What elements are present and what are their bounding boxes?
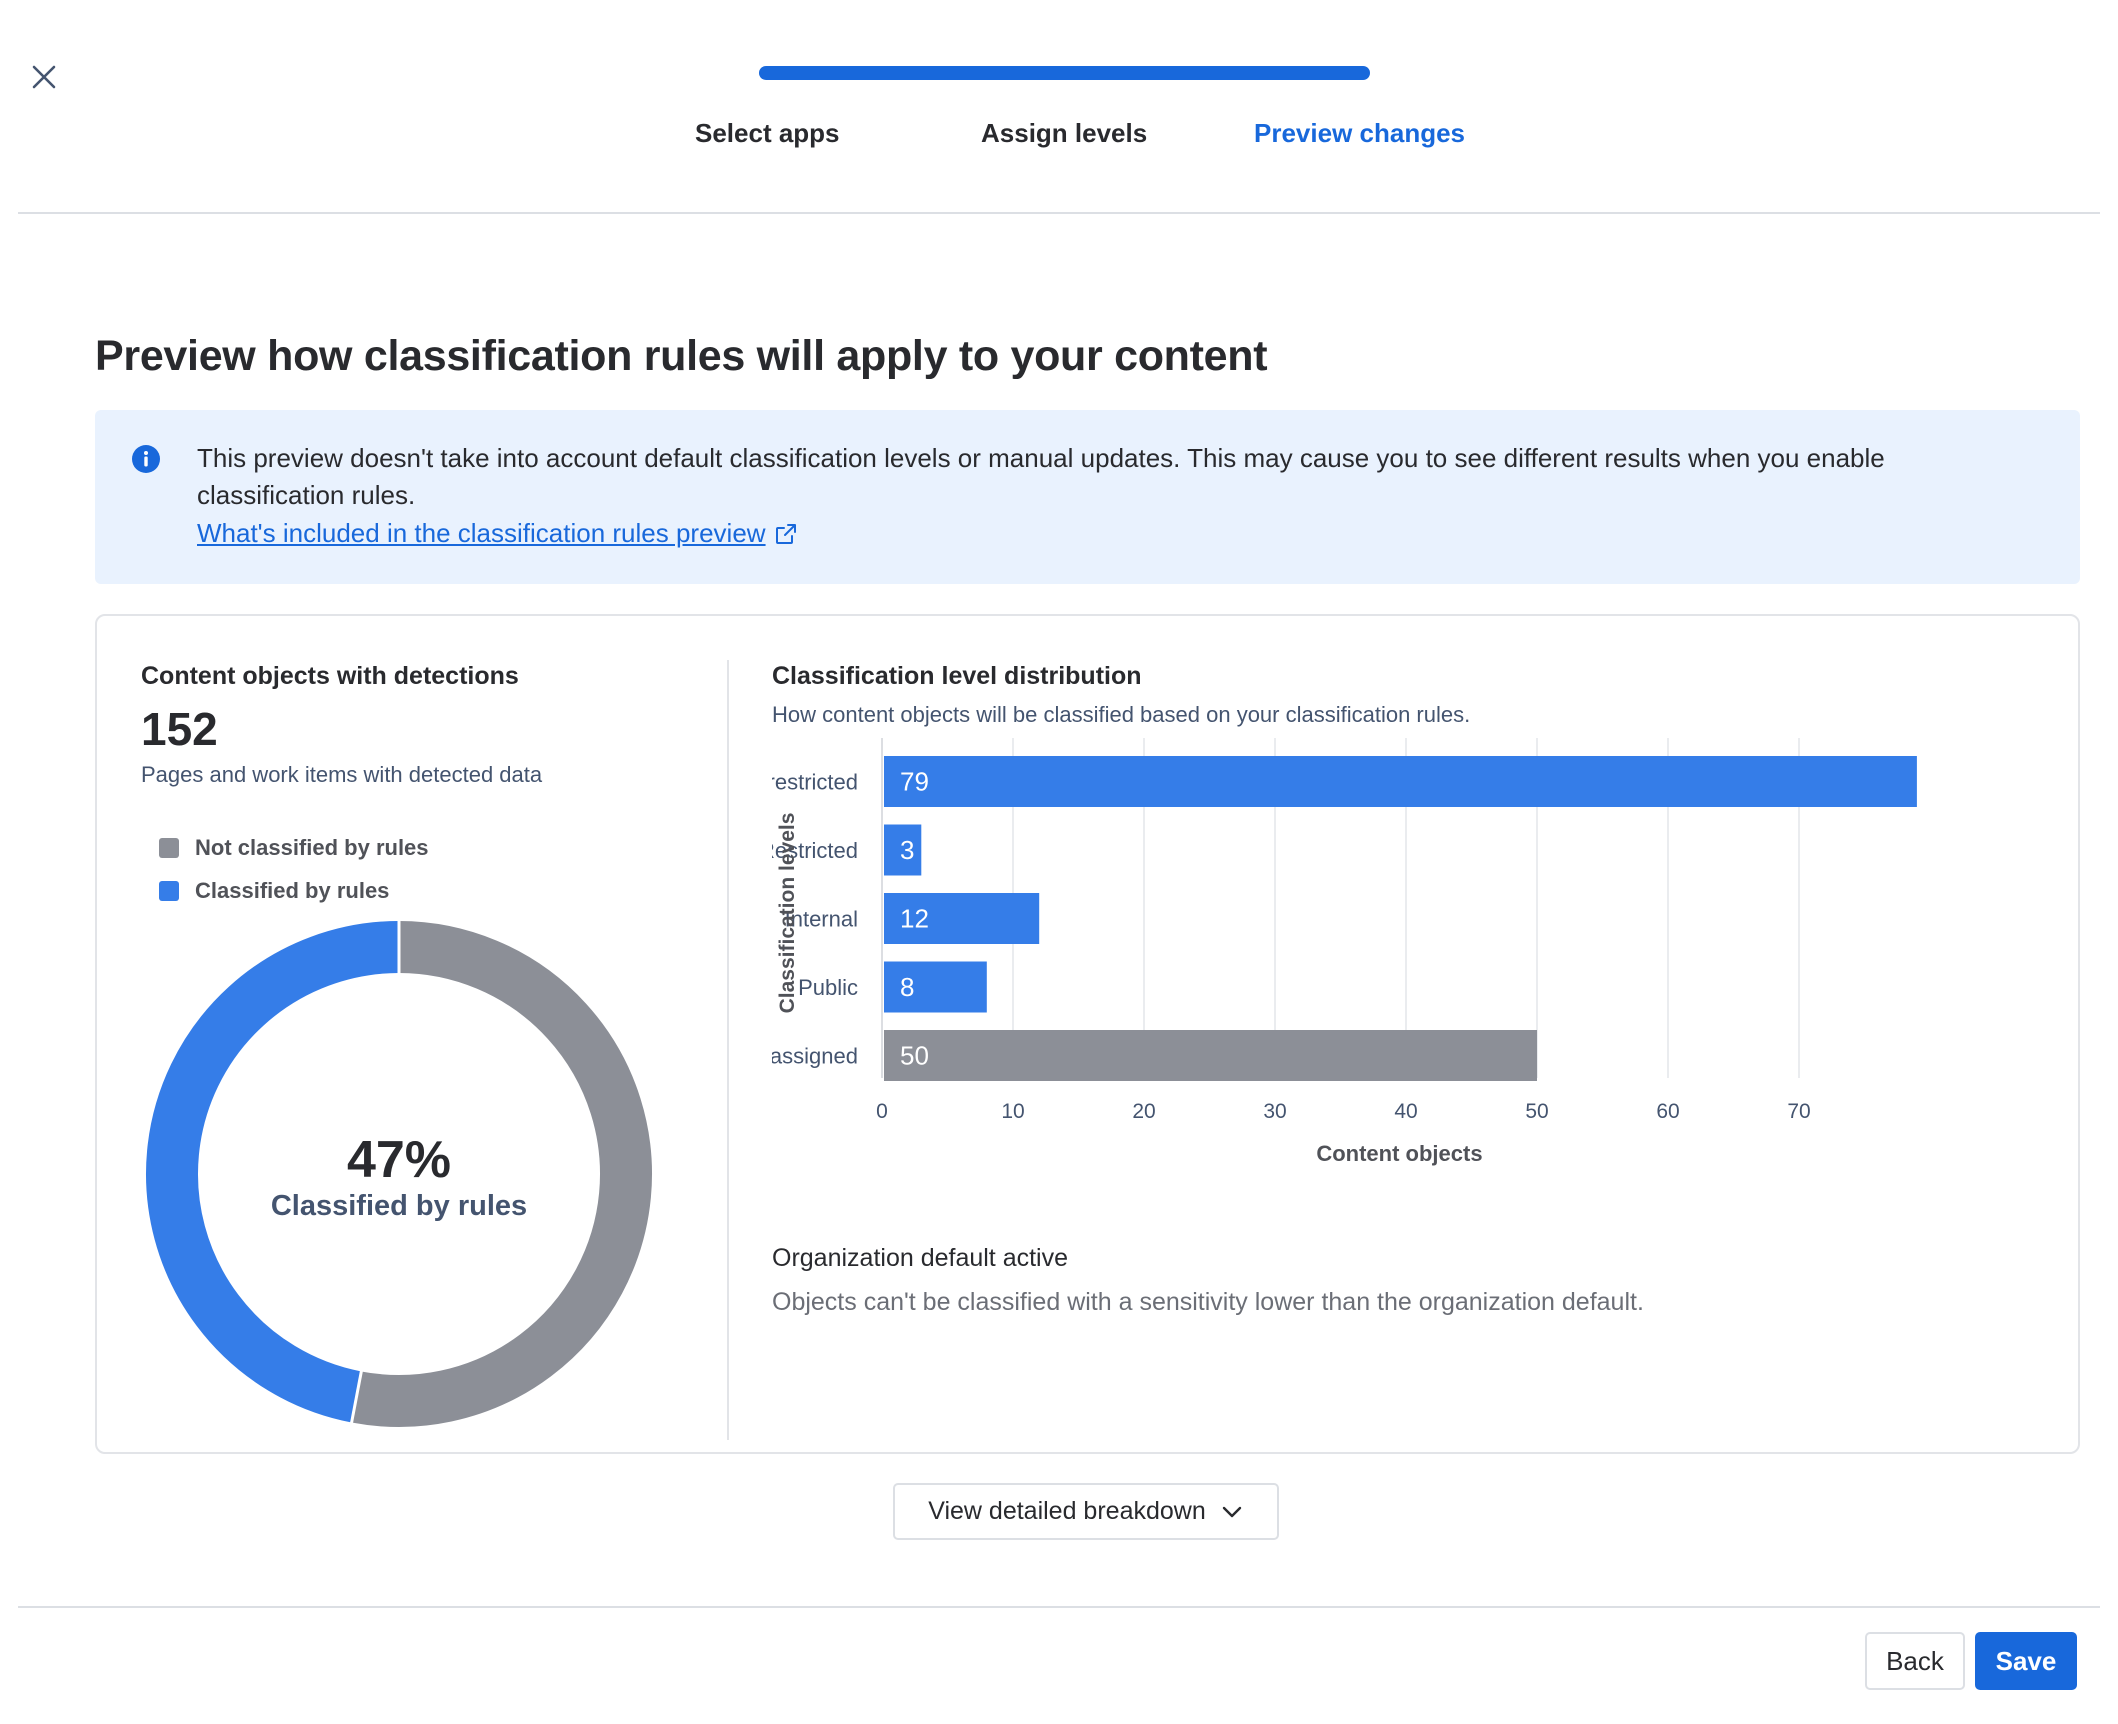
classification-preview-link[interactable]: What's included in the classification ru… [197, 518, 798, 549]
x-axis-title: Content objects [1316, 1141, 1482, 1166]
detections-count: 152 [141, 703, 218, 755]
donut-legend: Not classified by rules Classified by ru… [159, 826, 429, 912]
legend-label-classified: Classified by rules [195, 877, 390, 903]
close-icon [32, 65, 56, 89]
back-button[interactable]: Back [1865, 1632, 1965, 1690]
bar-not-assigned [884, 1030, 1537, 1081]
bar-value-label-internal: 12 [900, 904, 929, 934]
x-tick-label: 40 [1394, 1100, 1417, 1123]
category-label-highly-restricted: Highly restricted [772, 770, 858, 795]
donut-label: Classified by rules [270, 1190, 528, 1222]
breakdown-button-label: View detailed breakdown [928, 1497, 1206, 1525]
footer-divider [18, 1606, 2100, 1608]
bar-highly-restricted [884, 756, 1917, 807]
legend-label-not-classified: Not classified by rules [195, 834, 429, 860]
org-default-subtitle: Objects can't be classified with a sensi… [772, 1288, 1644, 1316]
distribution-title: Classification level distribution [772, 662, 1142, 690]
detections-subtitle: Pages and work items with detected data [141, 762, 543, 787]
progress-stepper: Select apps Assign levels Preview change… [695, 66, 1465, 148]
info-text: This preview doesn't take into account d… [197, 443, 1885, 510]
x-tick-label: 50 [1525, 1100, 1548, 1123]
legend-swatch-not-classified [159, 837, 179, 858]
distribution-subtitle: How content objects will be classified b… [772, 702, 1471, 727]
header-divider [18, 212, 2100, 214]
legend-swatch-classified [159, 880, 179, 901]
category-label-public: Public [798, 975, 858, 1000]
card-divider [727, 660, 729, 1440]
close-button[interactable] [22, 55, 66, 99]
donut-center-label: 47% Classified by rules [143, 1130, 655, 1223]
chevron-down-icon [1222, 1506, 1241, 1517]
bar-value-label-highly-restricted: 79 [900, 767, 929, 797]
save-button[interactable]: Save [1975, 1632, 2077, 1690]
x-tick-label: 70 [1787, 1100, 1810, 1123]
progress-track [759, 66, 1370, 80]
info-icon [132, 445, 160, 473]
info-link-text: What's included in the classification ru… [197, 518, 766, 548]
donut-percent: 47% [346, 1131, 452, 1189]
x-tick-label: 20 [1132, 1100, 1155, 1123]
page-title: Preview how classification rules will ap… [95, 332, 1268, 380]
preview-card: Content objects with detections 152 Page… [95, 614, 2080, 1454]
category-label-not-assigned: Not assigned [772, 1044, 858, 1069]
org-default-title: Organization default active [772, 1244, 1069, 1272]
step-select-apps[interactable]: Select apps [695, 118, 840, 149]
external-link-icon [775, 523, 796, 544]
y-axis-title: Classification levels [776, 813, 799, 1014]
x-tick-label: 60 [1656, 1100, 1679, 1123]
legend-item-not-classified: Not classified by rules [159, 826, 429, 869]
distribution-bar-chart: 79Highly restricted3Restricted12Internal… [772, 738, 1917, 1166]
bar-value-label-restricted: 3 [900, 835, 914, 865]
detections-title: Content objects with detections [141, 662, 519, 690]
x-tick-label: 0 [876, 1100, 888, 1123]
info-banner: This preview doesn't take into account d… [95, 410, 2080, 584]
step-preview-changes[interactable]: Preview changes [1254, 118, 1465, 149]
step-assign-levels[interactable]: Assign levels [981, 118, 1147, 149]
view-detailed-breakdown-button[interactable]: View detailed breakdown [893, 1483, 1279, 1540]
x-tick-label: 30 [1263, 1100, 1286, 1123]
bar-value-label-not-assigned: 50 [900, 1041, 929, 1071]
x-tick-label: 10 [1001, 1100, 1024, 1123]
bar-value-label-public: 8 [900, 972, 914, 1002]
legend-item-classified: Classified by rules [159, 869, 429, 912]
